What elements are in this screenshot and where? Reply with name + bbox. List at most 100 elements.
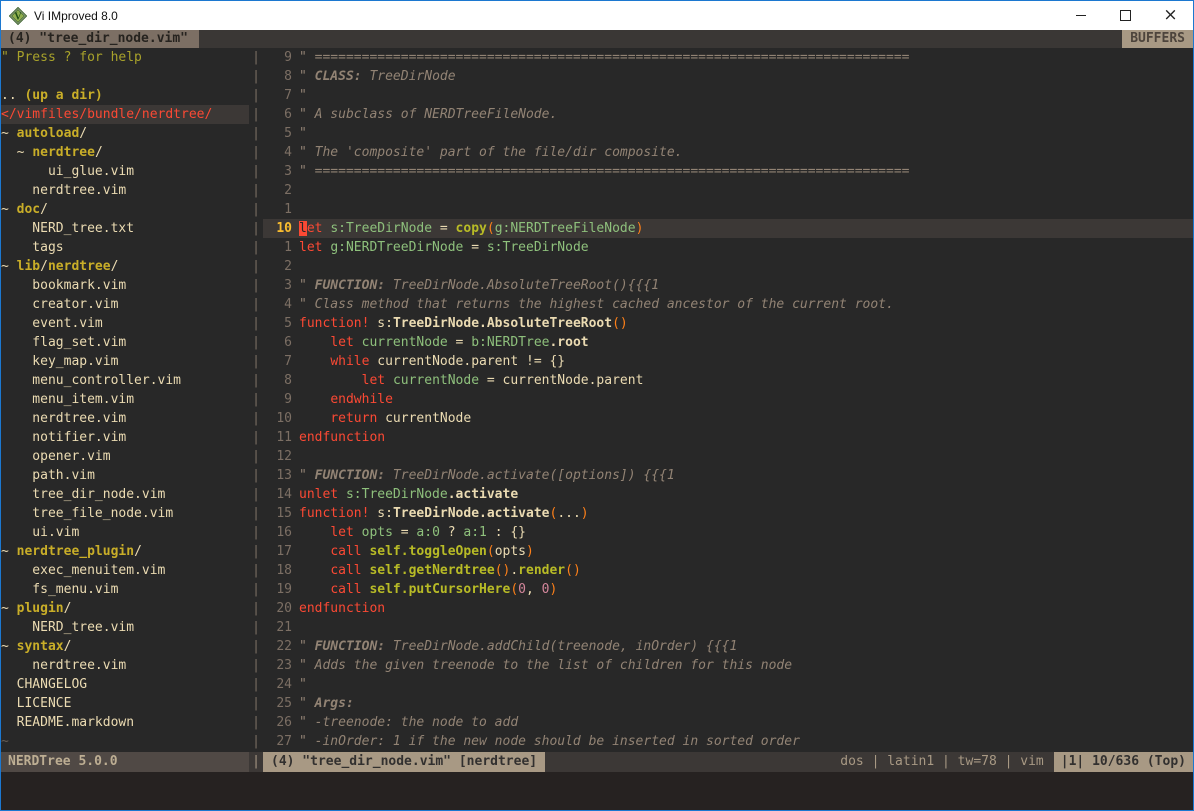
maximize-button[interactable] bbox=[1103, 1, 1148, 30]
tree-file-notifier[interactable]: notifier.vim bbox=[1, 428, 249, 447]
tree-dir-autoload-nerdtree[interactable]: ~ nerdtree/ bbox=[1, 143, 249, 162]
tree-file-creator[interactable]: creator.vim bbox=[1, 295, 249, 314]
tree-file-fs-menu[interactable]: fs_menu.vim bbox=[1, 580, 249, 599]
tree-file-nerd-tree-vim[interactable]: NERD_tree.vim bbox=[1, 618, 249, 637]
code-line[interactable]: 3" FUNCTION: TreeDirNode.AbsoluteTreeRoo… bbox=[263, 276, 1193, 295]
token: FUNCTION: bbox=[315, 468, 385, 483]
token: call bbox=[330, 544, 361, 559]
code-line[interactable]: 9" =====================================… bbox=[263, 48, 1193, 67]
code-line[interactable]: 17 call self.toggleOpen(opts) bbox=[263, 542, 1193, 561]
tree-blank[interactable] bbox=[1, 67, 249, 86]
code-line[interactable]: 7" bbox=[263, 86, 1193, 105]
tree-file-bookmark[interactable]: bookmark.vim bbox=[1, 276, 249, 295]
code-line[interactable]: 14unlet s:TreeDirNode.activate bbox=[263, 485, 1193, 504]
token: tree_dir_node.vim bbox=[1, 487, 165, 502]
tree-file-nerd-tree-txt[interactable]: NERD_tree.txt bbox=[1, 219, 249, 238]
vsplit-bar-glyph: | bbox=[249, 637, 263, 656]
code-line[interactable]: 5" bbox=[263, 124, 1193, 143]
tab-tree-dir-node[interactable]: (4) "tree_dir_node.vim" bbox=[1, 30, 199, 48]
code-line[interactable]: 8 let currentNode = currentNode.parent bbox=[263, 371, 1193, 390]
token: tags bbox=[1, 240, 64, 255]
token: render bbox=[518, 563, 565, 578]
tree-file-readme[interactable]: README.markdown bbox=[1, 713, 249, 732]
tree-dir-autoload[interactable]: ~ autoload/ bbox=[1, 124, 249, 143]
code-line[interactable]: 2 bbox=[263, 181, 1193, 200]
code-line[interactable]: 24" bbox=[263, 675, 1193, 694]
tree-dir-syntax[interactable]: ~ syntax/ bbox=[1, 637, 249, 656]
code-line[interactable]: 15function! s:TreeDirNode.activate(...) bbox=[263, 504, 1193, 523]
tree-file-event[interactable]: event.vim bbox=[1, 314, 249, 333]
tree-file-menu-controller[interactable]: menu_controller.vim bbox=[1, 371, 249, 390]
code-line[interactable]: 3" =====================================… bbox=[263, 162, 1193, 181]
code-line[interactable]: 5function! s:TreeDirNode.AbsoluteTreeRoo… bbox=[263, 314, 1193, 333]
token: .root bbox=[549, 335, 588, 350]
tree-file-nerdtree-vim[interactable]: nerdtree.vim bbox=[1, 181, 249, 200]
tree-file-exec-menuitem[interactable]: exec_menuitem.vim bbox=[1, 561, 249, 580]
tree-file-path[interactable]: path.vim bbox=[1, 466, 249, 485]
tree-dir-nerdtree-plugin[interactable]: ~ nerdtree_plugin/ bbox=[1, 542, 249, 561]
token: (up a dir) bbox=[24, 88, 102, 103]
tree-file-flag-set[interactable]: flag_set.vim bbox=[1, 333, 249, 352]
line-number: 7 bbox=[263, 86, 299, 105]
code-line[interactable]: 21 bbox=[263, 618, 1193, 637]
minimize-button[interactable] bbox=[1058, 1, 1103, 30]
code-line[interactable]: 25" Args: bbox=[263, 694, 1193, 713]
vsplit-bar-glyph: | bbox=[249, 428, 263, 447]
code-line[interactable]: 12 bbox=[263, 447, 1193, 466]
tree-file-tree-dir-node[interactable]: tree_dir_node.vim bbox=[1, 485, 249, 504]
code-line[interactable]: 11endfunction bbox=[263, 428, 1193, 447]
tree-dir-doc[interactable]: ~ doc/ bbox=[1, 200, 249, 219]
code-line[interactable]: 1let g:NERDTreeDirNode = s:TreeDirNode bbox=[263, 238, 1193, 257]
tree-file-key-map[interactable]: key_map.vim bbox=[1, 352, 249, 371]
token bbox=[299, 411, 330, 426]
code-line[interactable]: 26" -treenode: the node to add bbox=[263, 713, 1193, 732]
code-line[interactable]: 27" -inOrder: 1 if the new node should b… bbox=[263, 732, 1193, 751]
token: ~ bbox=[1, 544, 17, 559]
tree-dir-lib-nerdtree[interactable]: ~ lib/nerdtree/ bbox=[1, 257, 249, 276]
tree-file-ui-glue[interactable]: ui_glue.vim bbox=[1, 162, 249, 181]
tree-nontext[interactable]: ~ bbox=[1, 732, 249, 751]
vsplit-bar-glyph: | bbox=[249, 409, 263, 428]
code-line[interactable]: 8" CLASS: TreeDirNode bbox=[263, 67, 1193, 86]
code-text: " -treenode: the node to add bbox=[299, 713, 1193, 732]
code-line[interactable]: 1 bbox=[263, 200, 1193, 219]
code-line[interactable]: 22" FUNCTION: TreeDirNode.addChild(treen… bbox=[263, 637, 1193, 656]
close-button[interactable]: × bbox=[1148, 1, 1193, 30]
vertical-split-separator[interactable]: ||||||||||||||||||||||||||||||||||||| bbox=[249, 48, 263, 752]
code-line[interactable]: 9 endwhile bbox=[263, 390, 1193, 409]
code-line[interactable]: 20endfunction bbox=[263, 599, 1193, 618]
code-line[interactable]: 4" The 'composite' part of the file/dir … bbox=[263, 143, 1193, 162]
code-line[interactable]: 2 bbox=[263, 257, 1193, 276]
tree-file-opener[interactable]: opener.vim bbox=[1, 447, 249, 466]
tree-file-nerdtree3[interactable]: nerdtree.vim bbox=[1, 656, 249, 675]
code-line[interactable]: 13" FUNCTION: TreeDirNode.activate([opti… bbox=[263, 466, 1193, 485]
code-line[interactable]: 16 let opts = a:0 ? a:1 : {} bbox=[263, 523, 1193, 542]
tree-root-path[interactable]: </vimfiles/bundle/nerdtree/ bbox=[1, 105, 249, 124]
code-text: " Args: bbox=[299, 694, 1193, 713]
code-line[interactable]: 19 call self.putCursorHere(0, 0) bbox=[263, 580, 1193, 599]
vsplit-bar-glyph: | bbox=[249, 162, 263, 181]
tree-file-ui[interactable]: ui.vim bbox=[1, 523, 249, 542]
code-line[interactable]: 18 call self.getNerdtree().render() bbox=[263, 561, 1193, 580]
code-line[interactable]: 6 let currentNode = b:NERDTree.root bbox=[263, 333, 1193, 352]
tree-file-nerdtree2[interactable]: nerdtree.vim bbox=[1, 409, 249, 428]
code-line[interactable]: 23" Adds the given treenode to the list … bbox=[263, 656, 1193, 675]
token: copy bbox=[456, 221, 487, 236]
tree-up-a-dir[interactable]: .. (up a dir) bbox=[1, 86, 249, 105]
code-line[interactable]: 4" Class method that returns the highest… bbox=[263, 295, 1193, 314]
code-line[interactable]: 6" A subclass of NERDTreeFileNode. bbox=[263, 105, 1193, 124]
tree-file-licence[interactable]: LICENCE bbox=[1, 694, 249, 713]
tree-file-changelog[interactable]: CHANGELOG bbox=[1, 675, 249, 694]
tree-file-menu-item[interactable]: menu_item.vim bbox=[1, 390, 249, 409]
tree-file-tags[interactable]: tags bbox=[1, 238, 249, 257]
tree-file-tree-file-node[interactable]: tree_file_node.vim bbox=[1, 504, 249, 523]
tree-help[interactable]: " Press ? for help bbox=[1, 48, 249, 67]
code-line[interactable]: 7 while currentNode.parent != {} bbox=[263, 352, 1193, 371]
code-line[interactable]: 10 return currentNode bbox=[263, 409, 1193, 428]
code-line[interactable]: 10let s:TreeDirNode = copy(g:NERDTreeFil… bbox=[263, 219, 1193, 238]
code-text: endfunction bbox=[299, 428, 1193, 447]
tree-dir-plugin[interactable]: ~ plugin/ bbox=[1, 599, 249, 618]
main-area: " Press ? for help .. (up a dir)</vimfile… bbox=[1, 48, 1193, 752]
line-number: 23 bbox=[263, 656, 299, 675]
token: opts bbox=[495, 544, 526, 559]
